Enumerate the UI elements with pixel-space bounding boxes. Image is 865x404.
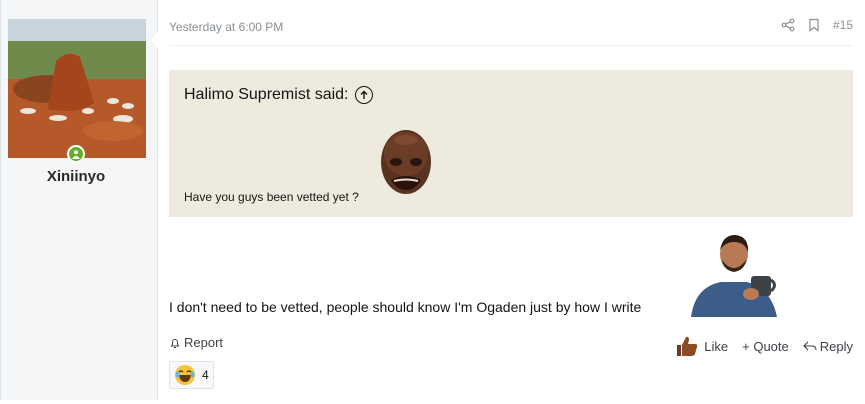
report-label: Report (184, 335, 224, 350)
forum-post: Xiniinyo Yesterday at 6:00 PM #15 Halimo… (0, 0, 865, 400)
quote-label: + Quote (742, 338, 789, 354)
reply-button[interactable]: Reply (802, 338, 853, 354)
right-actions: Like + Quote Reply (675, 335, 853, 357)
post-body: I don't need to be vetted, people should… (169, 299, 642, 315)
quote-text: Have you guys been vetted yet ? (184, 190, 359, 204)
reply-icon (802, 341, 817, 351)
quote-button[interactable]: + Quote (742, 339, 789, 354)
man-with-mug-image (681, 232, 786, 317)
bookmark-icon[interactable] (807, 18, 821, 32)
like-button[interactable]: Like (675, 335, 728, 357)
reactions-bar[interactable]: 4 (169, 361, 214, 389)
message-arrow (151, 30, 159, 50)
reaction-count: 4 (202, 368, 209, 382)
share-icon[interactable] (781, 18, 795, 32)
like-label: Like (704, 338, 729, 354)
avatar[interactable] (8, 19, 146, 158)
post-actions: Report Like + Quote Reply (169, 333, 853, 356)
arrow-up-icon[interactable] (354, 86, 373, 104)
post-date[interactable]: Yesterday at 6:00 PM (169, 20, 283, 34)
reply-label: Reply (819, 338, 853, 354)
report-link[interactable]: Report (169, 335, 223, 350)
post-meta: Yesterday at 6:00 PM #15 (169, 8, 853, 46)
bell-icon (170, 338, 180, 348)
username[interactable]: Xiniinyo (1, 168, 151, 185)
quote-block: Halimo Supremist said: Have you guys bee… (169, 70, 853, 217)
thumbs-up-icon (677, 336, 698, 356)
quote-author: Halimo Supremist said: (184, 86, 349, 103)
laughing-emoji-icon (175, 365, 195, 385)
post-main: Yesterday at 6:00 PM #15 Halimo Supremis… (159, 0, 865, 400)
quote-header[interactable]: Halimo Supremist said: (184, 86, 373, 104)
post-meta-actions: #15 (781, 18, 853, 32)
online-status-icon (67, 145, 85, 163)
post-number[interactable]: #15 (833, 18, 853, 32)
user-sidebar: Xiniinyo (1, 0, 159, 400)
crying-face-emoji (377, 126, 435, 206)
